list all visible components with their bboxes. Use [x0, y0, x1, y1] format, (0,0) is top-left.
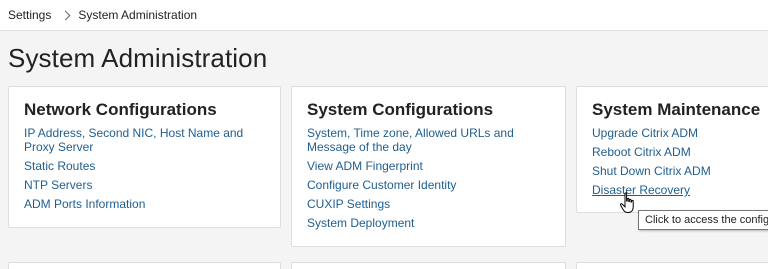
- chevron-right-icon: [60, 10, 71, 20]
- system-maintenance-card: System Maintenance Upgrade Citrix ADM Re…: [576, 86, 768, 213]
- configure-customer-identity-link[interactable]: Configure Customer Identity: [307, 178, 551, 192]
- next-row-card: [576, 262, 768, 269]
- system-deployment-link[interactable]: System Deployment: [307, 216, 551, 230]
- breadcrumb-settings-link[interactable]: Settings: [8, 8, 51, 22]
- system-configurations-card: System Configurations System, Time zone,…: [291, 86, 566, 247]
- breadcrumb: Settings System Administration: [0, 0, 768, 31]
- adm-ports-information-link[interactable]: ADM Ports Information: [24, 197, 266, 211]
- card-title: System Configurations: [307, 100, 494, 119]
- static-routes-link[interactable]: Static Routes: [24, 159, 266, 173]
- upgrade-citrix-adm-link[interactable]: Upgrade Citrix ADM: [592, 126, 766, 140]
- shut-down-citrix-adm-link[interactable]: Shut Down Citrix ADM: [592, 164, 766, 178]
- card-title: System Maintenance: [592, 100, 761, 119]
- breadcrumb-current: System Administration: [78, 8, 198, 22]
- reboot-citrix-adm-link[interactable]: Reboot Citrix ADM: [592, 145, 766, 159]
- next-row-card: [8, 262, 281, 269]
- card-title: Network Configurations: [24, 100, 217, 119]
- ntp-servers-link[interactable]: NTP Servers: [24, 178, 266, 192]
- cuxip-settings-link[interactable]: CUXIP Settings: [307, 197, 551, 211]
- network-configurations-card: Network Configurations IP Address, Secon…: [8, 86, 281, 228]
- next-row-card: [291, 262, 566, 269]
- page-title: System Administration: [8, 43, 268, 73]
- hand-pointer-icon: [619, 192, 634, 213]
- tooltip: Click to access the configuration: [638, 210, 768, 230]
- system-timezone-urls-motd-link[interactable]: System, Time zone, Allowed URLs and Mess…: [307, 126, 551, 154]
- ip-address-nic-hostname-proxy-link[interactable]: IP Address, Second NIC, Host Name and Pr…: [24, 126, 266, 154]
- view-adm-fingerprint-link[interactable]: View ADM Fingerprint: [307, 159, 551, 173]
